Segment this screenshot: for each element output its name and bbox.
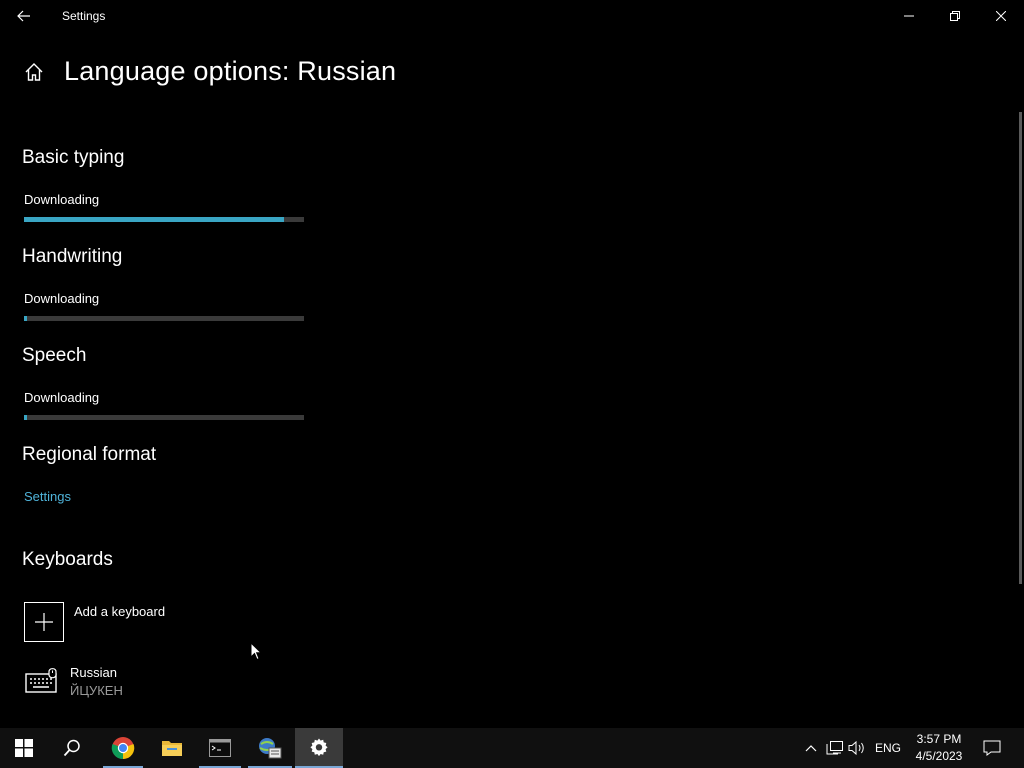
minimize-button[interactable] <box>886 0 932 32</box>
home-icon[interactable] <box>22 60 46 84</box>
keyboards-heading: Keyboards <box>22 549 113 570</box>
page-title: Language options: Russian <box>64 56 397 86</box>
speech-progress-fill <box>24 415 27 420</box>
plus-icon <box>24 602 64 642</box>
taskbar: ENG 3:57 PM 4/5/2023 <box>0 728 1024 768</box>
basic-typing-status: Downloading <box>24 192 100 207</box>
handwriting-heading: Handwriting <box>22 246 123 267</box>
speech-progress-bar <box>24 415 304 420</box>
mouse-cursor-icon <box>250 641 263 666</box>
settings-gear-icon[interactable] <box>295 728 343 768</box>
basic-typing-progress-bar <box>24 217 304 222</box>
terminal-icon[interactable] <box>199 728 241 768</box>
start-icon[interactable] <box>0 728 48 768</box>
speech-heading: Speech <box>22 345 87 366</box>
network-icon[interactable] <box>824 728 846 768</box>
add-keyboard-button[interactable]: Add a keyboard <box>24 602 284 642</box>
basic-typing-progress-fill <box>24 217 285 222</box>
scrollbar[interactable] <box>1019 112 1022 584</box>
search-icon[interactable] <box>48 728 96 768</box>
clock[interactable]: 3:57 PM 4/5/2023 <box>906 731 972 765</box>
add-keyboard-label: Add a keyboard <box>74 604 166 619</box>
keyboard-item-russian[interactable]: Russian ЙЦУКЕН <box>24 664 284 702</box>
chevron-up-icon[interactable] <box>800 728 822 768</box>
keyboard-icon <box>24 668 60 694</box>
speech-status: Downloading <box>24 390 100 405</box>
regional-format-heading: Regional format <box>22 444 157 465</box>
regional-format-settings-link[interactable]: Settings <box>24 489 71 504</box>
network-app-icon[interactable] <box>248 728 292 768</box>
file-explorer-icon[interactable] <box>151 728 193 768</box>
handwriting-status: Downloading <box>24 291 100 306</box>
clock-date: 4/5/2023 <box>915 749 963 763</box>
basic-typing-heading: Basic typing <box>22 147 125 168</box>
volume-icon[interactable] <box>846 728 868 768</box>
close-button[interactable] <box>978 0 1024 32</box>
language-indicator[interactable]: ENG <box>870 728 906 768</box>
window-title: Settings <box>62 9 106 23</box>
notification-icon[interactable] <box>978 728 1006 768</box>
keyboard-name: Russian <box>70 665 117 680</box>
restore-button[interactable] <box>932 0 978 32</box>
handwriting-progress-fill <box>24 316 27 321</box>
handwriting-progress-bar <box>24 316 304 321</box>
back-arrow-icon[interactable] <box>8 4 40 28</box>
keyboard-layout: ЙЦУКЕН <box>70 683 123 698</box>
clock-time: 3:57 PM <box>916 732 962 746</box>
title-bar: Settings <box>0 0 1024 32</box>
chrome-icon[interactable] <box>103 728 143 768</box>
